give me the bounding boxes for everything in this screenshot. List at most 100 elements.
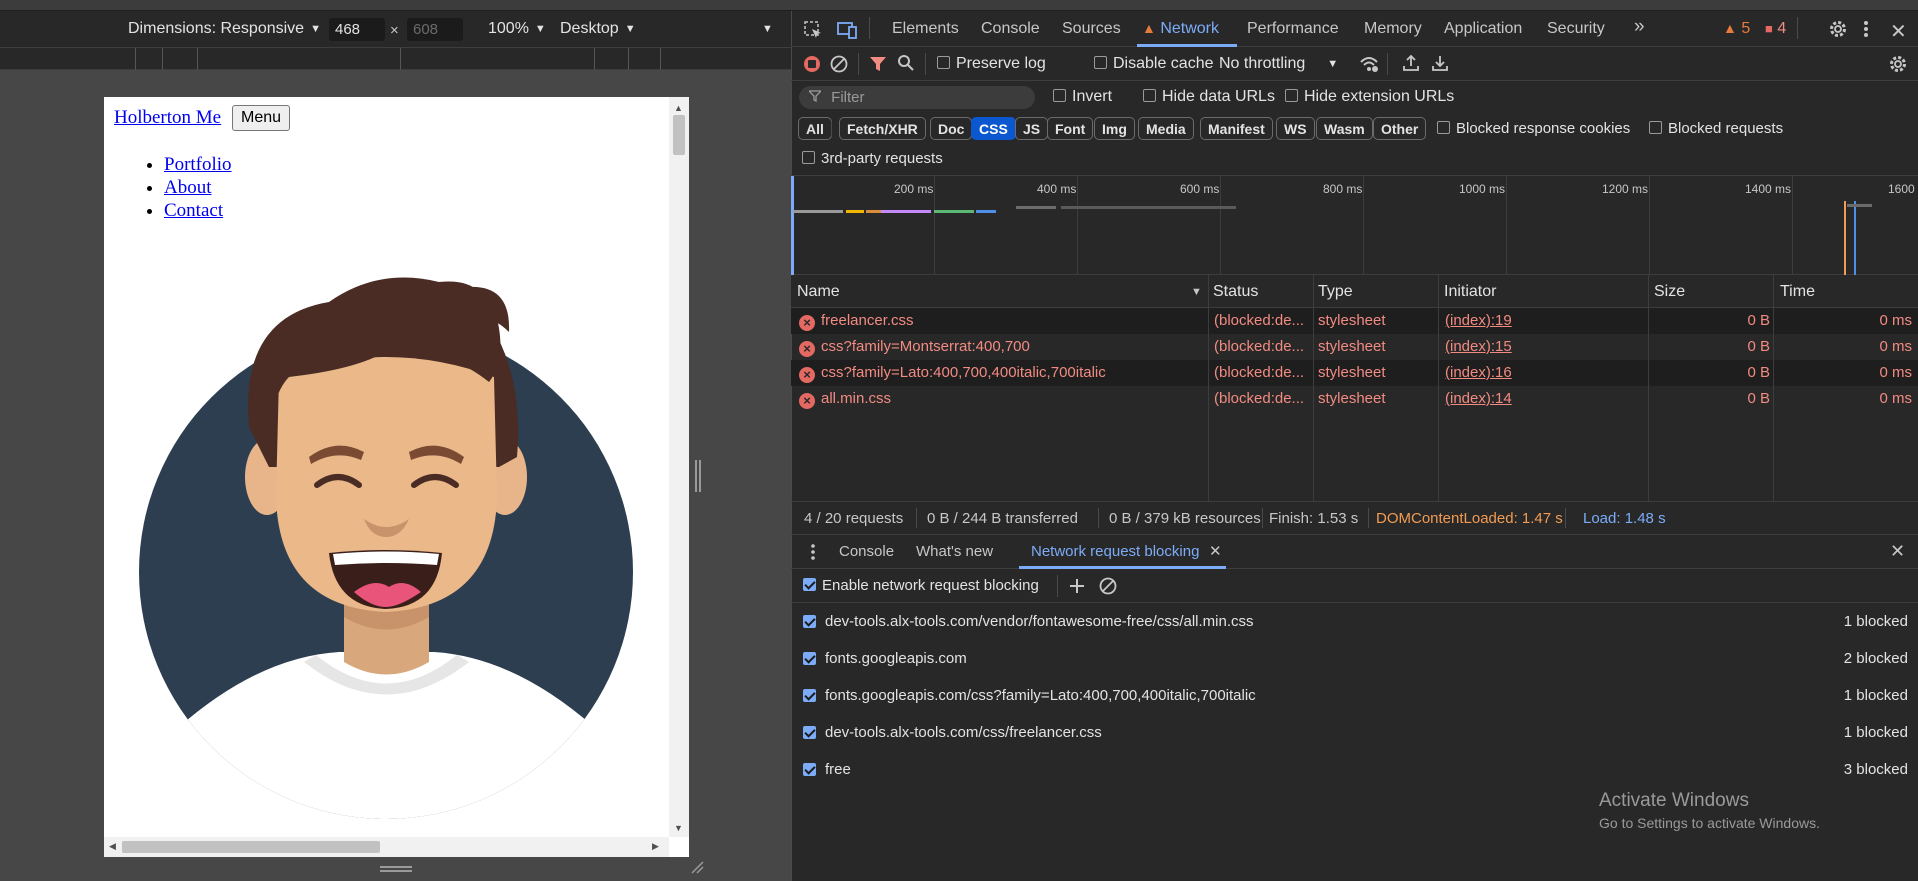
scrollbar-thumb[interactable] [122, 841, 380, 853]
clear-icon[interactable] [830, 55, 848, 77]
filter-input[interactable]: Filter [799, 86, 1035, 109]
close-devtools-icon[interactable]: ✕ [1890, 19, 1907, 44]
blocking-pattern-row[interactable]: dev-tools.alx-tools.com/css/freelancer.c… [791, 714, 1918, 751]
viewport-resize-corner-icon[interactable] [690, 860, 704, 874]
pattern-checkbox[interactable] [803, 689, 816, 702]
pattern-checkbox[interactable] [803, 763, 816, 776]
enable-blocking-checkbox[interactable]: Enable network request blocking [803, 577, 1039, 594]
column-header-size[interactable]: Size [1654, 283, 1685, 301]
errors-badge[interactable]: ■ 4 [1765, 20, 1786, 38]
close-tab-icon[interactable]: ✕ [1209, 542, 1222, 560]
pattern-checkbox[interactable] [803, 615, 816, 628]
type-filter-fetch-xhr[interactable]: Fetch/XHR [839, 117, 926, 140]
drawer-tab-console[interactable]: Console [839, 543, 894, 560]
request-initiator-link[interactable]: (index):15 [1445, 338, 1512, 355]
viewport-resize-handle-right[interactable] [695, 460, 701, 492]
drawer-menu-icon[interactable] [810, 544, 816, 564]
column-divider[interactable] [1648, 275, 1649, 501]
blocking-pattern-row[interactable]: dev-tools.alx-tools.com/vendor/fontaweso… [791, 603, 1918, 640]
column-header-status[interactable]: Status [1213, 283, 1258, 301]
scroll-right-icon[interactable]: ▶ [652, 841, 659, 852]
type-filter-media[interactable]: Media [1138, 117, 1194, 140]
network-conditions-icon[interactable] [1359, 55, 1379, 77]
request-initiator-link[interactable]: (index):19 [1445, 312, 1512, 329]
drawer-tab-whats-new[interactable]: What's new [916, 543, 993, 560]
table-row[interactable]: × css?family=Montserrat:400,700 (blocked:… [791, 334, 1918, 360]
third-party-requests-checkbox[interactable]: 3rd-party requests [802, 150, 943, 167]
inspect-element-icon[interactable] [803, 20, 823, 44]
drawer-tab-network-request-blocking[interactable]: Network request blocking [1031, 543, 1199, 560]
scroll-up-icon[interactable]: ▲ [674, 103, 683, 113]
import-har-icon[interactable] [1402, 54, 1420, 76]
table-row[interactable]: × freelancer.css (blocked:de... styleshee… [791, 308, 1918, 334]
hide-extension-urls-checkbox[interactable]: Hide extension URLs [1285, 88, 1454, 106]
request-initiator-link[interactable]: (index):16 [1445, 364, 1512, 381]
device-type-dropdown[interactable]: Desktop ▼ [560, 20, 636, 38]
warnings-badge[interactable]: ▲ 5 [1723, 20, 1750, 38]
blocked-response-cookies-checkbox[interactable]: Blocked response cookies [1437, 120, 1630, 137]
horizontal-scrollbar[interactable]: ◀ ▶ [104, 837, 669, 857]
type-filter-js[interactable]: JS [1015, 117, 1049, 140]
blocking-pattern-row[interactable]: fonts.googleapis.com 2 blocked [791, 640, 1918, 677]
type-filter-font[interactable]: Font [1047, 117, 1094, 140]
disable-cache-checkbox[interactable]: Disable cache [1094, 55, 1214, 73]
device-toolbar-more-icon[interactable]: ▼ [762, 20, 773, 38]
tab-memory[interactable]: Memory [1364, 20, 1422, 38]
throttling-dropdown[interactable]: No throttling ▼ [1219, 55, 1338, 73]
scrollbar-thumb[interactable] [673, 115, 685, 155]
settings-gear-icon[interactable] [1828, 19, 1848, 43]
device-toolbar-toggle-icon[interactable] [836, 20, 858, 44]
blocking-pattern-row[interactable]: fonts.googleapis.com/css?family=Lato:400… [791, 677, 1918, 714]
width-input[interactable]: 468 [329, 18, 385, 41]
tab-security[interactable]: Security [1547, 20, 1605, 38]
pattern-checkbox[interactable] [803, 652, 816, 665]
table-row[interactable]: × css?family=Lato:400,700,400italic,700it… [791, 360, 1918, 386]
hide-data-urls-checkbox[interactable]: Hide data URLs [1143, 88, 1275, 106]
add-pattern-icon[interactable] [1068, 577, 1086, 599]
tab-elements[interactable]: Elements [892, 20, 959, 38]
sort-descending-icon[interactable]: ▼ [1191, 286, 1202, 298]
type-filter-css[interactable]: CSS [971, 117, 1016, 140]
column-divider[interactable] [1773, 275, 1774, 501]
column-divider[interactable] [1313, 275, 1314, 501]
type-filter-other[interactable]: Other [1373, 117, 1427, 140]
type-filter-ws[interactable]: WS [1276, 117, 1315, 140]
type-filter-doc[interactable]: Doc [930, 117, 973, 140]
nav-link-about[interactable]: About [164, 177, 212, 198]
type-filter-wasm[interactable]: Wasm [1316, 117, 1373, 140]
type-filter-manifest[interactable]: Manifest [1200, 117, 1273, 140]
column-divider[interactable] [1208, 275, 1209, 501]
export-har-icon[interactable] [1431, 54, 1449, 76]
tab-network[interactable]: ▲ Network [1142, 20, 1219, 38]
menu-button[interactable]: Menu [232, 105, 291, 131]
tab-console[interactable]: Console [981, 20, 1040, 38]
zoom-dropdown[interactable]: 100% ▼ [488, 20, 546, 38]
vertical-scrollbar[interactable]: ▲ ▼ [669, 97, 689, 837]
column-header-initiator[interactable]: Initiator [1444, 283, 1496, 301]
scroll-down-icon[interactable]: ▼ [674, 823, 683, 833]
nav-link-contact[interactable]: Contact [164, 200, 223, 221]
filter-icon[interactable] [869, 55, 887, 77]
table-row[interactable]: × all.min.css (blocked:de... stylesheet (… [791, 386, 1918, 412]
viewport-resize-handle-bottom[interactable] [380, 866, 412, 872]
brand-link[interactable]: Holberton Me [114, 107, 221, 129]
more-tabs-icon[interactable]: » [1634, 16, 1645, 38]
type-filter-all[interactable]: All [798, 117, 832, 140]
tab-performance[interactable]: Performance [1247, 20, 1339, 38]
search-icon[interactable] [897, 54, 915, 76]
media-query-ruler[interactable] [0, 48, 791, 70]
stop-recording-icon[interactable] [803, 55, 821, 77]
remove-all-patterns-icon[interactable] [1099, 577, 1117, 599]
blocked-requests-checkbox[interactable]: Blocked requests [1649, 120, 1783, 137]
emulated-viewport[interactable]: Holberton Me Menu Portfolio About Contac… [104, 97, 689, 857]
preserve-log-checkbox[interactable]: Preserve log [937, 55, 1046, 73]
column-header-type[interactable]: Type [1318, 283, 1353, 301]
column-divider[interactable] [1438, 275, 1439, 501]
close-drawer-icon[interactable]: ✕ [1890, 541, 1905, 562]
type-filter-img[interactable]: Img [1094, 117, 1135, 140]
request-initiator-link[interactable]: (index):14 [1445, 390, 1512, 407]
tab-sources[interactable]: Sources [1062, 20, 1121, 38]
column-header-name[interactable]: Name [797, 283, 840, 301]
height-input[interactable]: 608 [407, 18, 463, 41]
network-overview-timeline[interactable]: 200 ms 400 ms 600 ms 800 ms 1000 ms 1200… [791, 175, 1918, 276]
